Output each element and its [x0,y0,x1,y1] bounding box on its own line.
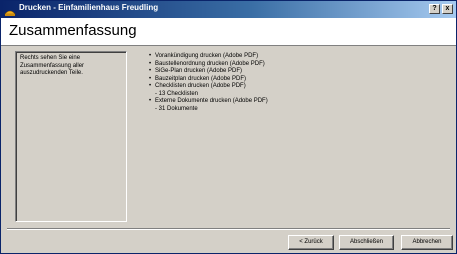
list-item-label: Externe Dokumente drucken (Adobe PDF) [155,98,268,104]
list-item: • Externe Dokumente drucken (Adobe PDF) [149,98,439,106]
summary-list: • Vorankündigung drucken (Adobe PDF) • Bau… [149,53,439,113]
description-line: auszudruckenden Teile. [20,70,83,76]
description-line: Zusammenfassung aller [20,62,85,69]
list-item: • Bauzeitplan drucken (Adobe PDF) [149,76,439,84]
list-item: • Checklisten drucken (Adobe PDF) [149,83,439,91]
footer-divider [7,228,450,230]
back-button[interactable]: < Zurück [288,235,334,250]
page-title: Zusammenfassung [9,22,137,39]
print-wizard-window: Drucken - Einfamilienhaus Freudling ? x … [0,0,457,254]
list-item-label: Checklisten drucken (Adobe PDF) [155,83,246,89]
description-line: Rechts sehen Sie eine [20,55,81,61]
close-button[interactable]: x [442,4,453,14]
list-item: • Baustellenordnung drucken (Adobe PDF) [149,61,439,69]
list-item: • Vorankündigung drucken (Adobe PDF) [149,53,439,61]
list-item-label: Baustellenordnung drucken (Adobe PDF) [155,60,265,67]
finish-button[interactable]: Abschließen [339,235,394,250]
cancel-button[interactable]: Abbrechen [401,235,453,250]
list-item-detail: - 31 Dokumente [155,105,198,112]
list-item-label: SiGe-Plan drucken (Adobe PDF) [155,68,243,74]
help-button[interactable]: ? [429,4,440,14]
description-panel: Rechts sehen Sie eine Zusammenfassung al… [15,51,127,222]
list-item: • SiGe-Plan drucken (Adobe PDF) [149,68,439,76]
window-title: Drucken - Einfamilienhaus Freudling [19,3,159,12]
list-item-detail: - 13 Checklisten [155,90,199,97]
title-bar[interactable]: Drucken - Einfamilienhaus Freudling ? x [1,1,456,18]
app-icon [4,3,16,16]
list-item-label: Bauzeitplan drucken (Adobe PDF) [155,75,247,82]
list-item-label: Vorankündigung drucken (Adobe PDF) [155,53,259,59]
wizard-header: Zusammenfassung [1,18,456,46]
